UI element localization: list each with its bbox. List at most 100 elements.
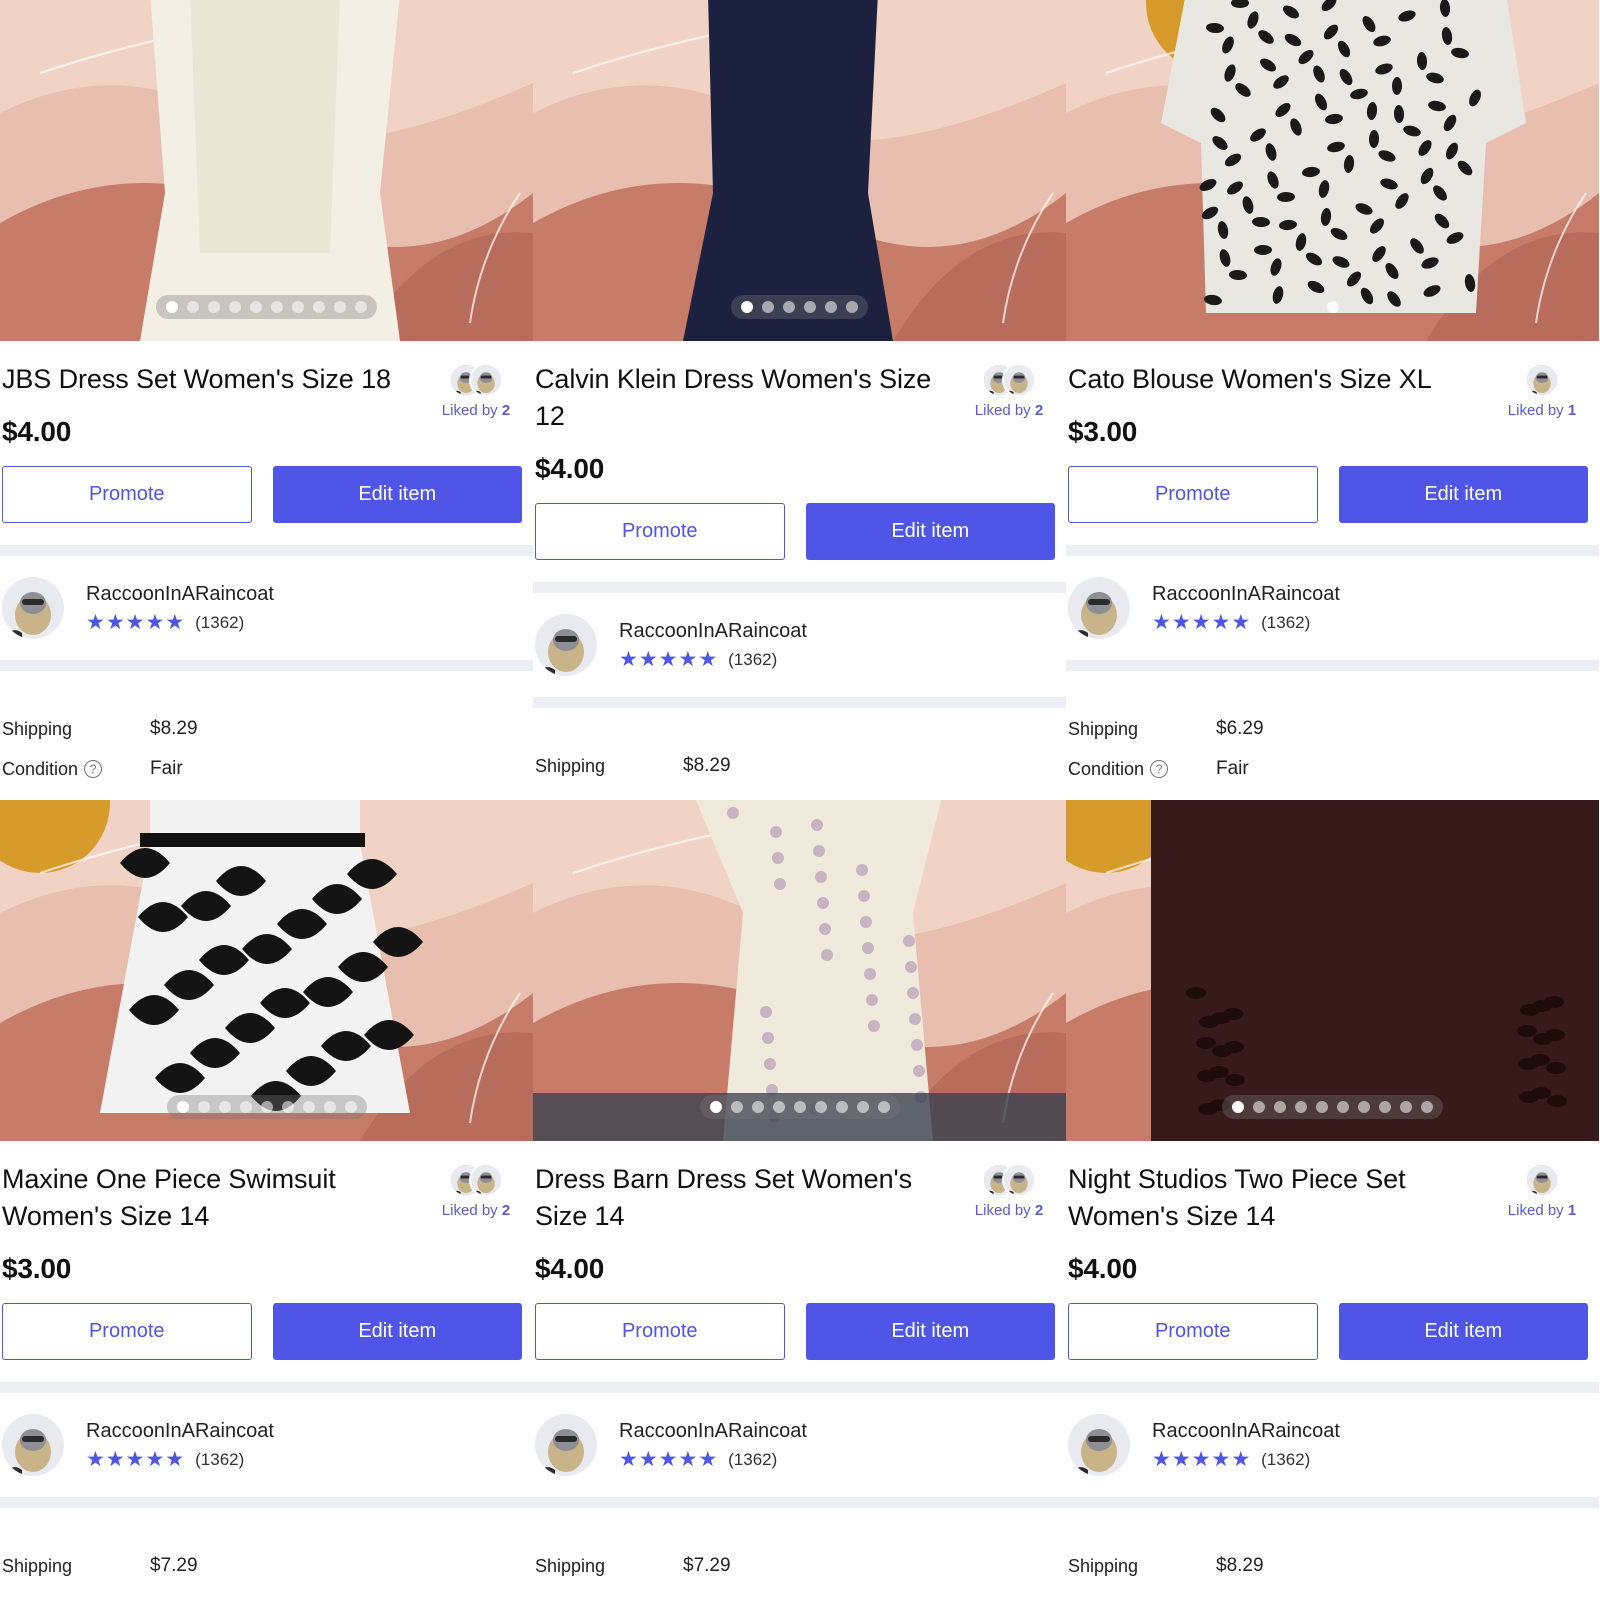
listing-title[interactable]: Maxine One Piece Swimsuit Women's Size 1… [2, 1161, 422, 1235]
pagination-dot[interactable] [271, 301, 283, 313]
pagination-dot[interactable] [313, 301, 325, 313]
seller-row[interactable]: RaccoonInARaincoat ★★★★★ (1362) [1066, 1393, 1599, 1497]
pagination-dot[interactable] [1316, 1101, 1328, 1113]
pagination-dot[interactable] [1421, 1101, 1433, 1113]
pagination-dot[interactable] [197, 1101, 210, 1113]
pagination-dot[interactable] [814, 1101, 827, 1113]
photo-pagination [0, 295, 533, 319]
liker-avatar [1525, 1163, 1559, 1197]
seller-row[interactable]: RaccoonInARaincoat ★★★★★ (1362) [0, 556, 533, 660]
promote-button[interactable]: Promote [1068, 466, 1318, 523]
seller-avatar[interactable] [1068, 1414, 1130, 1476]
seller-name[interactable]: RaccoonInARaincoat [619, 1420, 807, 1443]
seller-avatar[interactable] [535, 614, 597, 676]
pagination-dot[interactable] [292, 301, 304, 313]
pagination-dot[interactable] [250, 301, 262, 313]
promote-button[interactable]: Promote [2, 466, 252, 523]
pagination-dot[interactable] [260, 1101, 273, 1113]
promote-button[interactable]: Promote [2, 1303, 252, 1360]
pagination-dot[interactable] [825, 301, 837, 313]
pagination-dot[interactable] [1358, 1101, 1370, 1113]
edit-item-button[interactable]: Edit item [805, 503, 1055, 560]
pagination-dot[interactable] [229, 301, 241, 313]
promote-button[interactable]: Promote [535, 1303, 785, 1360]
seller-name[interactable]: RaccoonInARaincoat [1152, 1420, 1340, 1443]
pagination-dot[interactable] [856, 1101, 869, 1113]
listing-title[interactable]: Night Studios Two Piece Set Women's Size… [1068, 1161, 1488, 1235]
question-circle-icon[interactable]: ? [1150, 759, 1169, 778]
edit-item-button[interactable]: Edit item [272, 466, 522, 523]
listing-title[interactable]: Calvin Klein Dress Women's Size 12 [535, 361, 955, 435]
pagination-dot[interactable] [344, 1101, 357, 1113]
shipping-row: Shipping $7.29 [0, 1546, 533, 1586]
pagination-dot[interactable] [1253, 1101, 1265, 1113]
pagination-dot[interactable] [281, 1101, 294, 1113]
seller-avatar[interactable] [2, 577, 64, 639]
pagination-dot[interactable] [751, 1101, 764, 1113]
seller-name[interactable]: RaccoonInARaincoat [86, 583, 274, 606]
likes-indicator[interactable]: Liked by 2 [431, 363, 521, 419]
question-circle-icon[interactable]: ? [84, 759, 103, 778]
garment-photo [533, 800, 1066, 1141]
pagination-dot[interactable] [877, 1101, 890, 1113]
seller-row[interactable]: RaccoonInARaincoat ★★★★★ (1362) [1066, 556, 1599, 660]
seller-name[interactable]: RaccoonInARaincoat [1152, 583, 1340, 606]
pagination-dot[interactable] [783, 301, 795, 313]
pagination-dot[interactable] [176, 1101, 189, 1113]
pagination-dot[interactable] [709, 1101, 722, 1113]
edit-item-button[interactable]: Edit item [1338, 1303, 1588, 1360]
pagination-dot[interactable] [1232, 1101, 1244, 1113]
pagination-dot[interactable] [730, 1101, 743, 1113]
seller-name[interactable]: RaccoonInARaincoat [86, 1420, 274, 1443]
pagination-dot[interactable] [835, 1101, 848, 1113]
seller-avatar[interactable] [2, 1414, 64, 1476]
pagination-dot[interactable] [793, 1101, 806, 1113]
pagination-dot[interactable] [239, 1101, 252, 1113]
edit-item-button[interactable]: Edit item [1338, 466, 1588, 523]
listing-photo[interactable] [1066, 0, 1599, 341]
edit-item-button[interactable]: Edit item [272, 1303, 522, 1360]
likes-indicator[interactable]: Liked by 1 [1497, 363, 1587, 419]
seller-name[interactable]: RaccoonInARaincoat [619, 620, 807, 643]
pagination-dot[interactable] [187, 301, 199, 313]
seller-row[interactable]: RaccoonInARaincoat ★★★★★ (1362) [533, 593, 1066, 697]
condition-row: Condition? Fair [1066, 749, 1599, 789]
pagination-dot[interactable] [1400, 1101, 1412, 1113]
edit-item-button[interactable]: Edit item [805, 1303, 1055, 1360]
pagination-dot[interactable] [762, 301, 774, 313]
listing-title[interactable]: Dress Barn Dress Set Women's Size 14 [535, 1161, 955, 1235]
pagination-dot[interactable] [302, 1101, 315, 1113]
seller-avatar[interactable] [535, 1414, 597, 1476]
pagination-dot[interactable] [1274, 1101, 1286, 1113]
likes-indicator[interactable]: Liked by 1 [1497, 1163, 1587, 1219]
pagination-dot[interactable] [166, 301, 178, 313]
listing-photo[interactable] [0, 0, 533, 341]
listing-photo[interactable] [1066, 800, 1599, 1141]
pagination-dot[interactable] [846, 301, 858, 313]
pagination-dot[interactable] [218, 1101, 231, 1113]
pagination-dot[interactable] [323, 1101, 336, 1113]
pagination-dot[interactable] [1326, 301, 1339, 313]
pagination-dot[interactable] [355, 301, 367, 313]
pagination-dot[interactable] [1379, 1101, 1391, 1113]
pagination-dot[interactable] [804, 301, 816, 313]
listing-title[interactable]: JBS Dress Set Women's Size 18 [2, 361, 422, 398]
seller-row[interactable]: RaccoonInARaincoat ★★★★★ (1362) [0, 1393, 533, 1497]
promote-button[interactable]: Promote [535, 503, 785, 560]
pagination-dot[interactable] [772, 1101, 785, 1113]
pagination-dot[interactable] [741, 301, 753, 313]
pagination-dot[interactable] [1337, 1101, 1349, 1113]
likes-indicator[interactable]: Liked by 2 [431, 1163, 521, 1219]
listing-photo[interactable] [533, 800, 1066, 1141]
pagination-dot[interactable] [334, 301, 346, 313]
likes-indicator[interactable]: Liked by 2 [964, 363, 1054, 419]
likes-indicator[interactable]: Liked by 2 [964, 1163, 1054, 1219]
listing-photo[interactable] [533, 0, 1066, 341]
seller-avatar[interactable] [1068, 577, 1130, 639]
listing-photo[interactable] [0, 800, 533, 1141]
pagination-dot[interactable] [1295, 1101, 1307, 1113]
listing-title[interactable]: Cato Blouse Women's Size XL [1068, 361, 1488, 398]
seller-row[interactable]: RaccoonInARaincoat ★★★★★ (1362) [533, 1393, 1066, 1497]
promote-button[interactable]: Promote [1068, 1303, 1318, 1360]
pagination-dot[interactable] [208, 301, 220, 313]
